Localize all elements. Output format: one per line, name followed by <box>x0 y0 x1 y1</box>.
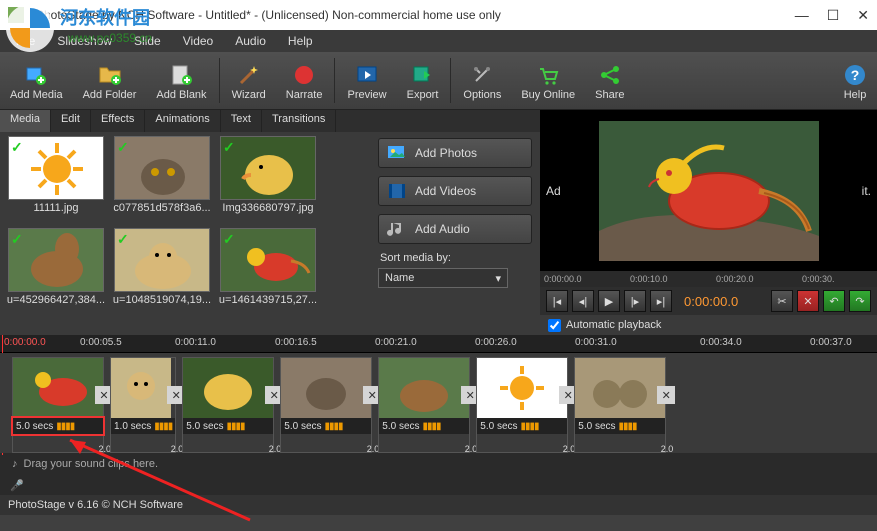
tab-edit[interactable]: Edit <box>51 110 91 132</box>
add-audio-button[interactable]: Add Audio <box>378 214 532 244</box>
timeline-clip[interactable]: ✕ 2.0 5.0 secs▮▮▮▮ <box>182 357 274 453</box>
buy-online-button[interactable]: Buy Online <box>511 52 585 109</box>
clip-duration[interactable]: 5.0 secs▮▮▮▮ <box>477 418 567 434</box>
menu-bar: File Slideshow Slide Video Audio Help <box>0 30 877 52</box>
delete-button[interactable]: ✕ <box>797 290 819 312</box>
maximize-button[interactable]: ☐ <box>827 7 840 24</box>
clip-duration[interactable]: 5.0 secs▮▮▮▮ <box>13 418 103 434</box>
clip-transition-duration: 2.0 <box>661 444 674 454</box>
skip-end-button[interactable]: ▸| <box>650 290 672 312</box>
menu-audio[interactable]: Audio <box>225 31 276 51</box>
narrate-button[interactable]: Narrate <box>276 52 333 109</box>
auto-playback-row: Automatic playback <box>540 315 877 335</box>
step-fwd-button[interactable]: |▸ <box>624 290 646 312</box>
check-icon: ✓ <box>117 139 129 156</box>
redo-button[interactable]: ↷ <box>849 290 871 312</box>
audio-icon <box>387 219 407 239</box>
check-icon: ✓ <box>223 231 235 248</box>
timeline-clip[interactable]: ✕ 2.0 5.0 secs▮▮▮▮ <box>12 357 104 453</box>
preview-ruler[interactable]: 0:00:00.0 0:00:10.0 0:00:20.0 0:00:30. <box>540 271 877 287</box>
tab-effects[interactable]: Effects <box>91 110 145 132</box>
tab-animations[interactable]: Animations <box>145 110 220 132</box>
window-title: PhotoStage by NCH Software - Untitled* -… <box>36 8 795 22</box>
preview-controls: |◂ ◂| ▶ |▸ ▸| 0:00:00.0 ✂ ✕ ↶ ↷ <box>540 287 877 315</box>
preview-video[interactable]: Ad it. <box>540 110 877 271</box>
clip-duration[interactable]: 5.0 secs▮▮▮▮ <box>379 418 469 434</box>
check-icon: ✓ <box>223 139 235 156</box>
timeline-clip[interactable]: ✕ 2.0 5.0 secs▮▮▮▮ <box>280 357 372 453</box>
music-note-icon: ♪ <box>12 458 18 470</box>
timeline-audio-track[interactable]: ♪ Drag your sound clips here. <box>0 453 877 475</box>
tab-transitions[interactable]: Transitions <box>262 110 336 132</box>
add-media-button[interactable]: Add Media <box>0 52 73 109</box>
add-column: Add Photos Add Videos Add Audio Sort med… <box>370 132 540 335</box>
clip-duration[interactable]: 5.0 secs▮▮▮▮ <box>183 418 273 434</box>
check-icon: ✓ <box>117 231 129 248</box>
timeline-clip[interactable]: ✕ 2.0 5.0 secs▮▮▮▮ <box>378 357 470 453</box>
add-blank-button[interactable]: Add Blank <box>146 52 216 109</box>
skip-start-button[interactable]: |◂ <box>546 290 568 312</box>
add-photos-button[interactable]: Add Photos <box>378 138 532 168</box>
check-icon: ✓ <box>11 231 23 248</box>
media-item[interactable]: ✓Img336680797.jpg <box>218 136 318 222</box>
status-bar: PhotoStage v 6.16 © NCH Software <box>0 495 877 515</box>
toolbar: Add Media Add Folder Add Blank Wizard Na… <box>0 52 877 110</box>
clip-duration[interactable]: 1.0 secs▮▮▮▮ <box>111 418 175 434</box>
media-item[interactable]: ✓u=452966427,384... <box>6 228 106 314</box>
chevron-down-icon: ▾ <box>495 272 501 285</box>
app-icon <box>8 7 24 23</box>
add-videos-button[interactable]: Add Videos <box>378 176 532 206</box>
preview-image <box>599 121 819 261</box>
media-panel: Media Edit Effects Animations Text Trans… <box>0 110 540 335</box>
menu-slide[interactable]: Slide <box>124 31 171 51</box>
media-item[interactable]: ✓u=1461439715,27... <box>218 228 318 314</box>
timeline-clip[interactable]: ✕ 2.0 5.0 secs▮▮▮▮ <box>476 357 568 453</box>
add-folder-button[interactable]: Add Folder <box>73 52 147 109</box>
scissors-button[interactable]: ✂ <box>771 290 793 312</box>
clip-duration[interactable]: 5.0 secs▮▮▮▮ <box>575 418 665 434</box>
photos-icon <box>387 143 407 163</box>
preview-button[interactable]: Preview <box>337 52 396 109</box>
undo-button[interactable]: ↶ <box>823 290 845 312</box>
menu-file[interactable]: File <box>6 31 45 51</box>
menu-video[interactable]: Video <box>173 31 223 51</box>
svg-text:?: ? <box>851 67 860 83</box>
title-bar: PhotoStage by NCH Software - Untitled* -… <box>0 0 877 30</box>
export-button[interactable]: Export <box>397 52 449 109</box>
options-button[interactable]: Options <box>453 52 511 109</box>
step-back-button[interactable]: ◂| <box>572 290 594 312</box>
play-button[interactable]: ▶ <box>598 290 620 312</box>
sort-select[interactable]: Name▾ <box>378 268 508 288</box>
menu-slideshow[interactable]: Slideshow <box>47 31 122 51</box>
timeline-ruler[interactable]: 0:00:00.0 0:00:05.5 0:00:11.0 0:00:16.5 … <box>0 335 877 353</box>
media-tabs: Media Edit Effects Animations Text Trans… <box>0 110 540 132</box>
media-item[interactable]: ✓c077851d578f3a6... <box>112 136 212 222</box>
microphone-icon: 🎤 <box>10 479 24 492</box>
share-button[interactable]: Share <box>585 52 634 109</box>
tab-text[interactable]: Text <box>221 110 262 132</box>
timeline-narration-track[interactable]: 🎤 <box>0 475 877 495</box>
timeline: 0:00:00.0 0:00:05.5 0:00:11.0 0:00:16.5 … <box>0 335 877 495</box>
timeline-clip[interactable]: ✕ 2.0 1.0 secs▮▮▮▮ <box>110 357 176 453</box>
preview-time: 0:00:00.0 <box>684 294 738 309</box>
help-button[interactable]: ?Help <box>833 52 877 109</box>
media-thumbnails: ✓11111.jpg ✓c077851d578f3a6... ✓Img33668… <box>0 132 370 318</box>
timeline-video-track[interactable]: ✕ 2.0 5.0 secs▮▮▮▮ ✕ 2.0 1.0 secs▮▮▮▮ ✕ … <box>0 353 877 453</box>
minimize-button[interactable]: — <box>795 7 809 24</box>
auto-playback-checkbox[interactable] <box>548 319 561 332</box>
media-item[interactable]: ✓u=1048519074,19... <box>112 228 212 314</box>
wizard-button[interactable]: Wizard <box>222 52 276 109</box>
clip-duration[interactable]: 5.0 secs▮▮▮▮ <box>281 418 371 434</box>
timeline-clip[interactable]: ✕ 2.0 5.0 secs▮▮▮▮ <box>574 357 666 453</box>
preview-panel: Ad it. 0:00:00.0 0:00:10.0 0:00:20.0 0:0… <box>540 110 877 335</box>
videos-icon <box>387 181 407 201</box>
menu-help[interactable]: Help <box>278 31 323 51</box>
tab-media[interactable]: Media <box>0 110 51 132</box>
close-button[interactable]: ✕ <box>857 7 869 24</box>
sort-label: Sort media by: <box>380 252 532 264</box>
media-item[interactable]: ✓11111.jpg <box>6 136 106 222</box>
check-icon: ✓ <box>11 139 23 156</box>
clip-transition-button[interactable]: ✕ <box>657 386 675 404</box>
